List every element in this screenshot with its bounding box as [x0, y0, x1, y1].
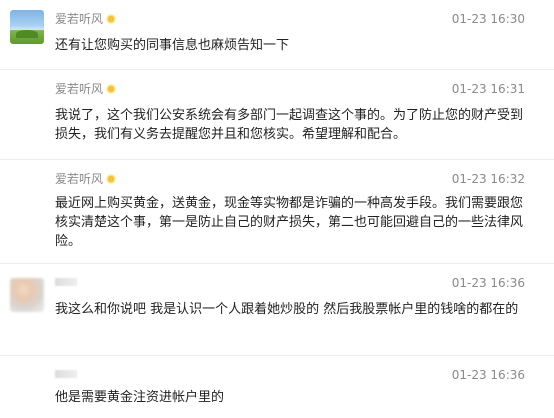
sender-name-text: 爱若听风 [55, 12, 104, 26]
sun-icon [106, 14, 117, 24]
message-text: 我说了，这个我们公安系统会有多部门一起调查这个事的。为了防止您的财产受到损失，我… [55, 108, 524, 142]
message-item: 爱若听风 01-23 16:31 我说了，这个我们公安系统会有多部门一起调查这个… [0, 70, 554, 160]
message-thread: 爱若听风 01-23 16:30 还有让您购买的同事信息也麻烦告知一下 爱若听风… [0, 0, 554, 418]
message-text: 最近网上购买黄金，送黄金，现金等实物都是诈骗的一种高发手段。我们需要跟您核实清楚… [55, 196, 524, 249]
sender-name: 爱若听风 [55, 80, 117, 97]
message-text: 我这么和你说吧 我是认识一个人跟着她炒股的 然后我股票帐户里的钱啥的都在的 [55, 302, 519, 317]
message-time: 01-23 16:31 [451, 82, 525, 96]
sun-icon [106, 174, 117, 184]
message-item: 爱若听风 01-23 16:32 最近网上购买黄金，送黄金，现金等实物都是诈骗的… [0, 160, 554, 264]
sender-name-text: 爱若听风 [55, 172, 104, 186]
message-item: 01-23 16:36 他是需要黄金注资进帐户里的 [0, 356, 554, 418]
message-time: 01-23 16:36 [451, 276, 525, 290]
sun-icon [106, 84, 117, 94]
sender-name: 爱若听风 [55, 170, 117, 187]
avatar[interactable] [10, 278, 44, 312]
sender-name-redacted [55, 278, 77, 286]
message-item: 01-23 16:36 我这么和你说吧 我是认识一个人跟着她炒股的 然后我股票帐… [0, 264, 554, 356]
sender-name-redacted [55, 370, 77, 378]
message-time: 01-23 16:30 [451, 12, 525, 26]
message-text: 他是需要黄金注资进帐户里的 [55, 390, 225, 405]
sender-name: 爱若听风 [55, 10, 117, 27]
message-time: 01-23 16:32 [451, 172, 525, 186]
message-text: 还有让您购买的同事信息也麻烦告知一下 [55, 38, 290, 53]
sender-name-text: 爱若听风 [55, 82, 104, 96]
message-item: 爱若听风 01-23 16:30 还有让您购买的同事信息也麻烦告知一下 [0, 0, 554, 70]
message-time: 01-23 16:36 [451, 368, 525, 382]
avatar[interactable] [10, 10, 44, 44]
